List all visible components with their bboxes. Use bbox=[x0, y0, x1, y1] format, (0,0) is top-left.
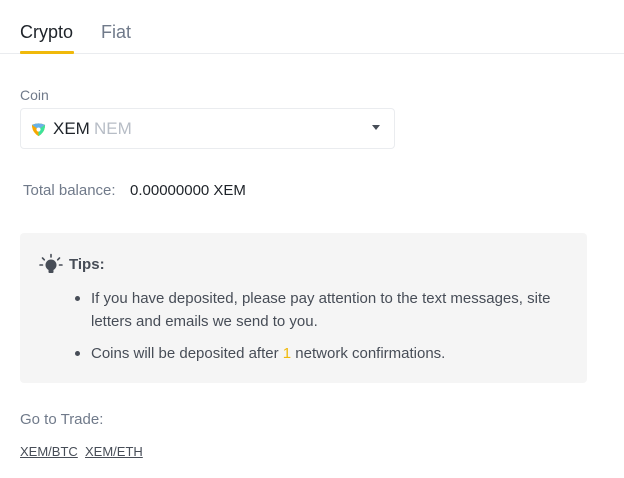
bullet-icon bbox=[75, 296, 80, 301]
tab-crypto[interactable]: Crypto bbox=[20, 20, 73, 44]
tip-item: If you have deposited, please pay attent… bbox=[91, 290, 551, 330]
trade-link-xem-eth[interactable]: XEM/ETH bbox=[85, 444, 143, 459]
tips-panel: Tips: If you have deposited, please pay … bbox=[20, 233, 587, 383]
chevron-down-icon bbox=[372, 125, 380, 130]
coin-select[interactable]: XEM NEM bbox=[20, 108, 395, 149]
tip-text: network confirmations. bbox=[291, 345, 446, 362]
bullet-icon bbox=[75, 351, 80, 356]
lightbulb-icon bbox=[39, 253, 63, 273]
coin-label: Coin bbox=[20, 87, 49, 103]
tips-title: Tips: bbox=[69, 256, 105, 273]
tab-fiat[interactable]: Fiat bbox=[101, 20, 131, 44]
tip-item: Coins will be deposited after 1 network … bbox=[91, 342, 561, 365]
coin-symbol: XEM bbox=[53, 119, 90, 138]
total-balance-label: Total balance: bbox=[23, 182, 116, 199]
tip-text: Coins will be deposited after bbox=[91, 345, 283, 362]
asset-type-tabs: Crypto Fiat bbox=[0, 0, 624, 54]
active-tab-indicator bbox=[20, 51, 74, 54]
go-to-trade-label: Go to Trade: bbox=[20, 411, 104, 428]
coin-name: NEM bbox=[94, 119, 132, 138]
total-balance-value: 0.00000000 XEM bbox=[130, 182, 246, 199]
confirmation-count: 1 bbox=[282, 345, 292, 362]
trade-link-xem-btc[interactable]: XEM/BTC bbox=[20, 444, 78, 459]
nem-coin-icon bbox=[31, 123, 46, 137]
